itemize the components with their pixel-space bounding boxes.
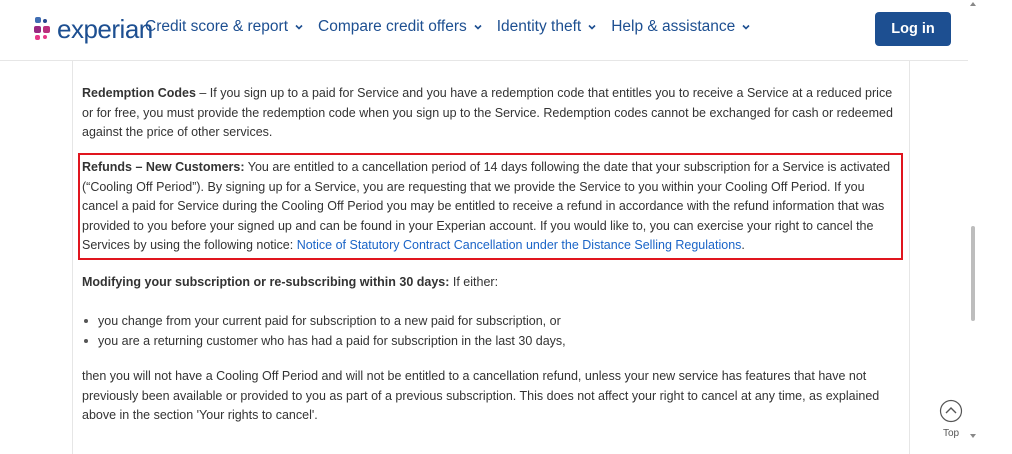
modifying-title: Modifying your subscription or re-subscr…	[82, 275, 450, 289]
top-label: Top	[942, 428, 960, 439]
refunds-title: Refunds – New Customers:	[82, 160, 245, 174]
closing-paragraph: then you will not have a Cooling Off Per…	[82, 369, 880, 422]
refunds-paragraph: Refunds – New Customers: You are entitle…	[82, 158, 894, 256]
nav-label: Credit score & report	[145, 18, 288, 35]
list-item: you change from your current paid for su…	[82, 311, 882, 331]
scroll-down-icon[interactable]	[970, 434, 976, 438]
nav-label: Compare credit offers	[318, 18, 467, 35]
redemption-paragraph: Redemption Codes – If you sign up to a p…	[82, 84, 897, 143]
chevron-down-icon	[295, 24, 303, 30]
chevron-down-icon	[474, 24, 482, 30]
chevron-down-icon	[588, 24, 596, 30]
site-header: experian Credit score & report Compare c…	[0, 0, 968, 61]
scrollbar-thumb[interactable]	[971, 226, 975, 321]
nav-compare-credit[interactable]: Compare credit offers	[318, 18, 483, 36]
list-item: you are a returning customer who has had…	[82, 331, 882, 351]
redemption-text: – If you sign up to a paid for Service a…	[82, 86, 893, 139]
modifying-paragraph: Modifying your subscription or re-subscr…	[82, 273, 897, 293]
logo-text: experian	[57, 14, 153, 44]
nav-credit-score[interactable]: Credit score & report	[145, 18, 304, 36]
logo-dots-icon	[34, 16, 56, 42]
refunds-suffix: .	[741, 238, 745, 252]
chevron-down-icon	[742, 24, 750, 30]
chevron-up-circle-icon	[939, 399, 963, 423]
main-nav: Credit score & report Compare credit off…	[145, 18, 765, 36]
nav-help[interactable]: Help & assistance	[611, 18, 751, 36]
scroll-up-icon[interactable]	[970, 2, 976, 6]
nav-identity-theft[interactable]: Identity theft	[497, 18, 597, 36]
experian-logo[interactable]: experian	[34, 14, 153, 44]
back-to-top-button[interactable]: Top	[937, 399, 965, 439]
login-button[interactable]: Log in	[875, 12, 951, 46]
nav-label: Help & assistance	[611, 18, 736, 35]
conditions-list: you change from your current paid for su…	[82, 311, 882, 351]
modifying-text: If either:	[449, 275, 499, 289]
redemption-title: Redemption Codes	[82, 86, 196, 100]
cancellation-notice-link[interactable]: Notice of Statutory Contract Cancellatio…	[297, 238, 742, 252]
nav-label: Identity theft	[496, 18, 582, 35]
